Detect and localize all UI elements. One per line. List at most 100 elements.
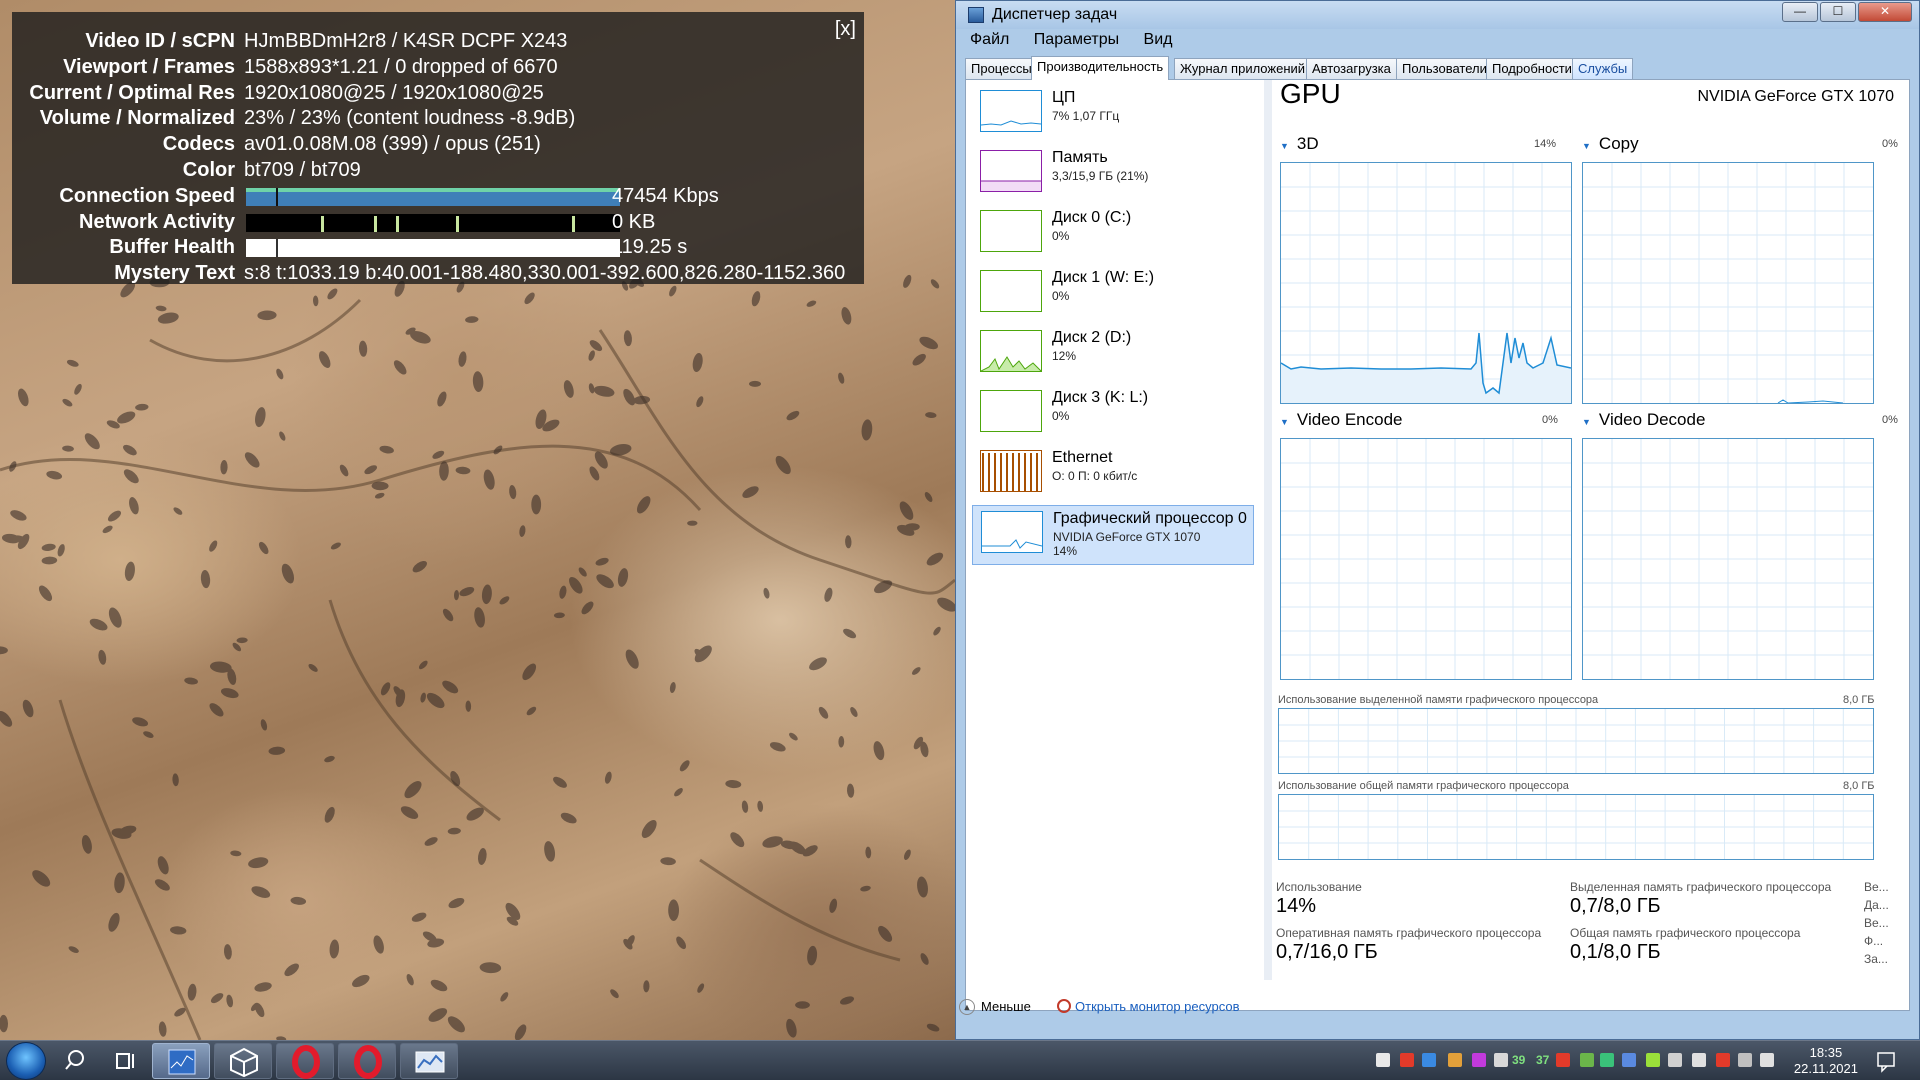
resource-item[interactable]: Ethernet О: 0 П: 0 кбит/с [972,445,1254,505]
stat-gpu-ram-value: 0,7/16,0 ГБ [1276,941,1378,963]
chevron-down-icon: ▼ [1280,141,1289,151]
taskbar-task-manager[interactable] [152,1043,210,1079]
notifications-icon[interactable] [1868,1043,1904,1079]
resource-name: Диск 2 (D:) [1052,329,1132,346]
maximize-button[interactable]: ☐ [1820,2,1856,22]
tray-app-icon[interactable] [1738,1053,1752,1067]
open-resource-monitor-link[interactable]: Открыть монитор ресурсов [1075,999,1239,1014]
resource-name: Диск 1 (W: E:) [1052,269,1155,286]
chevron-down-icon: ▼ [1280,417,1289,427]
stats-row-label: Volume / Normalized [39,107,235,130]
clock[interactable]: 18:35 22.11.2021 [1794,1045,1858,1077]
stat-truncated-3: Ве... [1864,916,1889,930]
tab-users[interactable]: Пользователи [1396,58,1493,79]
buffer-bar [246,239,620,258]
menu-view[interactable]: Вид [1144,31,1173,49]
start-button[interactable] [6,1042,46,1080]
chevron-up-icon[interactable]: ▲ [959,999,975,1015]
task-manager-icon [968,7,984,23]
stats-row: Network Activity 0 KB [12,210,864,235]
tab-performance[interactable]: Производительность [1031,56,1170,80]
tray-app-icon[interactable] [1622,1053,1636,1067]
performance-pane: ЦП 7% 1,07 ГГц Память 3,3/15,9 ГБ (21%) Диск… [965,78,1910,1011]
window-title: Диспетчер задач [992,6,1118,23]
tray-number-1: 39 [1512,1053,1526,1067]
stats-row-label: Network Activity [79,210,235,233]
taskbar-3d-app[interactable] [214,1043,272,1079]
tab-app-history[interactable]: Журнал приложений [1174,58,1312,79]
resource-item[interactable]: Графический процессор 0 NVIDIA GeForce GT… [972,505,1254,565]
tray-app-icon[interactable] [1494,1053,1508,1067]
tray-app-icon[interactable] [1400,1053,1414,1067]
stats-row-value: 0 KB [612,210,656,233]
tray-app-icon[interactable] [1668,1053,1682,1067]
task-view-icon[interactable] [108,1043,144,1079]
menu-options[interactable]: Параметры [1034,31,1119,49]
tray-app-icon[interactable] [1716,1053,1730,1067]
engine-pct-video-decode: 0% [1882,414,1898,426]
resource-subtext: 0% [1052,289,1070,303]
fewer-details-link[interactable]: Меньше [981,999,1031,1014]
search-icon[interactable] [60,1043,96,1079]
resource-item[interactable]: Диск 2 (D:) 12% [972,325,1254,385]
resource-subtext: 12% [1052,349,1077,363]
footer: ▲ Меньше Открыть монитор ресурсов [959,993,1910,1023]
tray-app-icon[interactable] [1472,1053,1486,1067]
stats-row-label: Current / Optimal Res [29,81,235,104]
taskbar-opera-2[interactable] [338,1043,396,1079]
resource-item[interactable]: Диск 3 (K: L:) 0% [972,385,1254,445]
stat-utilization-label: Использование [1276,880,1362,894]
gpu-model-name: NVIDIA GeForce GTX 1070 [1697,88,1894,105]
resource-monitor-icon [1057,999,1071,1013]
tray-app-icon[interactable] [1646,1053,1660,1067]
pane-splitter[interactable] [1264,80,1272,980]
resource-thumbnail [980,210,1042,252]
stats-row-label: Video ID / sCPN [85,30,235,52]
tab-services[interactable]: Службы [1572,58,1634,79]
tab-details[interactable]: Подробности [1486,58,1578,79]
title-bar[interactable]: Диспетчер задач — ☐ ✕ [956,1,1919,29]
engine-label-video-encode[interactable]: ▼ Video Encode [1280,410,1402,430]
tray-app-icon[interactable] [1580,1053,1594,1067]
resource-thumbnail [980,270,1042,312]
engine-pct-3d: 14% [1534,138,1557,150]
minimize-button[interactable]: — [1782,2,1818,22]
resource-name: Диск 3 (K: L:) [1052,389,1149,406]
taskbar-opera-1[interactable] [276,1043,334,1079]
tray-app-icon[interactable] [1556,1053,1570,1067]
resource-name: Ethernet [1052,449,1113,466]
tray-app-icon[interactable] [1760,1053,1774,1067]
connection-bar [246,187,620,206]
tray-app-icon[interactable] [1448,1053,1462,1067]
graph-copy [1582,162,1874,404]
tray-app-icon[interactable] [1376,1053,1390,1067]
stat-truncated-4: Ф... [1864,934,1884,948]
tray-app-icon[interactable] [1600,1053,1614,1067]
stats-row-label: Color [182,159,235,181]
tab-startup[interactable]: Автозагрузка [1306,58,1397,79]
resource-subtext: 0% [1052,229,1070,243]
engine-label-video-decode[interactable]: ▼ Video Decode [1582,410,1705,430]
menu-file[interactable]: Файл [970,31,1009,49]
taskbar: 39 37 18:35 22.11.2021 [0,1040,1920,1080]
stat-truncated-5: За... [1864,952,1888,966]
tray-app-icon[interactable] [1692,1053,1706,1067]
taskbar-resource-monitor[interactable] [400,1043,458,1079]
stats-row: Video ID / sCPN HJmBBDmH2r8 / K4SR DCPF X… [12,29,864,54]
stats-row: Connection Speed 47454 Kbps [12,184,864,209]
resource-item[interactable]: Память 3,3/15,9 ГБ (21%) [972,145,1254,205]
resource-item[interactable]: Диск 1 (W: E:) 0% [972,265,1254,325]
graph-video-encode [1280,438,1572,680]
shared-memory-label: Использование общей памяти графического … [1278,780,1569,792]
video-player[interactable]: [x] Video ID / sCPN HJmBBDmH2r8 / K4SR DC… [0,0,955,1040]
resource-item[interactable]: ЦП 7% 1,07 ГГц [972,85,1254,145]
close-button[interactable]: ✕ [1858,2,1912,22]
stats-row-value: av01.0.08M.08 (399) / opus (251) [244,133,541,156]
resource-item[interactable]: Диск 0 (C:) 0% [972,205,1254,265]
engine-label-3d[interactable]: ▼ 3D [1280,134,1319,154]
menu-bar: Файл Параметры Вид [964,31,1187,53]
tray-app-icon[interactable] [1422,1053,1436,1067]
tab-processes[interactable]: Процессы [965,58,1038,79]
resource-name: Память [1052,149,1108,166]
engine-label-copy[interactable]: ▼ Copy [1582,134,1639,154]
